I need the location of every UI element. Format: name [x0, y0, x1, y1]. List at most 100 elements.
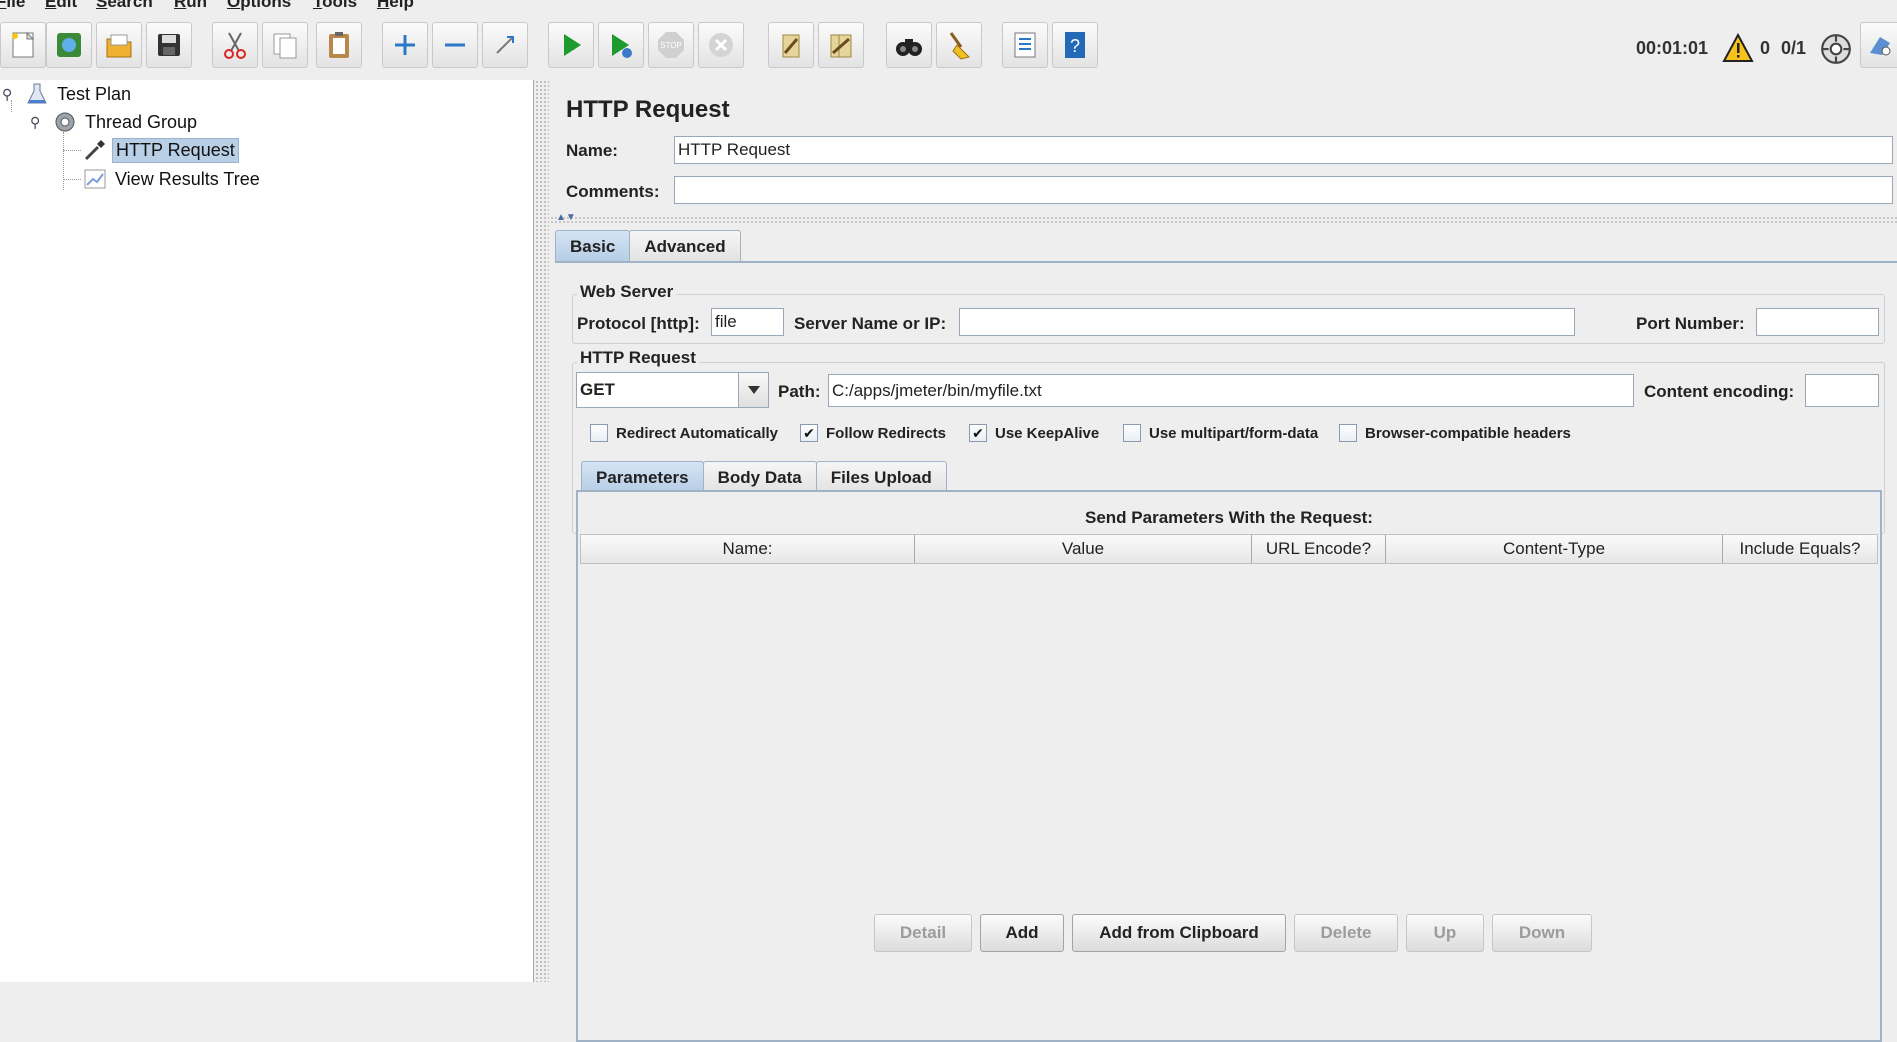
content-encoding-field[interactable]	[1805, 374, 1879, 407]
collapse-all-button[interactable]	[432, 22, 478, 68]
parameters-title: Send Parameters With the Request:	[1085, 508, 1373, 527]
menu-tools[interactable]: Tools	[313, 0, 357, 12]
tree-item-http-request[interactable]: HTTP Request	[82, 137, 239, 163]
shutdown-button[interactable]	[698, 22, 744, 68]
help-icon: ?	[1065, 32, 1085, 58]
pipette-icon	[82, 137, 108, 163]
tree-item-view-results-tree[interactable]: View Results Tree	[82, 166, 263, 192]
server-name-field[interactable]	[959, 308, 1575, 336]
thread-count: 0/1	[1781, 38, 1807, 58]
name-label: Name:	[566, 141, 618, 160]
comments-field[interactable]	[674, 176, 1893, 204]
paste-button[interactable]	[316, 22, 362, 68]
clear-all-icon	[830, 34, 852, 58]
start-no-pauses-icon	[612, 34, 632, 58]
tab-underline	[555, 261, 1897, 263]
column-header-name[interactable]: Name:	[581, 535, 915, 563]
chevron-down-icon[interactable]	[738, 373, 768, 407]
browser-compatible-headers-checkbox[interactable]: Browser-compatible headers	[1339, 424, 1571, 442]
menu-file[interactable]: File	[0, 0, 25, 12]
checkbox-label: Follow Redirects	[826, 424, 947, 442]
clear-button[interactable]	[768, 22, 814, 68]
element-editor: HTTP Request Name: Comments: ▲▼ Basic Ad…	[550, 80, 1897, 1042]
checkbox-label: Redirect Automatically	[616, 424, 778, 442]
toggle-button[interactable]	[482, 22, 528, 68]
templates-button[interactable]	[46, 22, 92, 68]
stop-button[interactable]: STOP	[648, 22, 694, 68]
menu-help[interactable]: Help	[377, 0, 414, 12]
path-field[interactable]	[828, 374, 1634, 407]
warning-icon[interactable]	[1722, 32, 1754, 69]
add-from-clipboard-button[interactable]: Add from Clipboard	[1072, 914, 1286, 952]
column-header-url-encode[interactable]: URL Encode?	[1252, 535, 1386, 563]
page-title: HTTP Request	[566, 96, 730, 123]
name-field[interactable]	[674, 136, 1893, 164]
tab-advanced[interactable]: Advanced	[629, 230, 741, 262]
column-header-include-equals[interactable]: Include Equals?	[1723, 535, 1877, 563]
expand-all-button[interactable]	[382, 22, 428, 68]
column-header-value[interactable]: Value	[915, 535, 1252, 563]
comments-label: Comments:	[566, 182, 660, 201]
divider[interactable]	[550, 216, 1897, 224]
checkbox-label: Browser-compatible headers	[1365, 424, 1571, 442]
cut-button[interactable]	[212, 22, 258, 68]
open-button[interactable]	[96, 22, 142, 68]
start-button[interactable]	[548, 22, 594, 68]
tree-item-test-plan[interactable]: Test Plan	[24, 81, 134, 107]
use-keepalive-checkbox[interactable]: ✔ Use KeepAlive	[969, 424, 1099, 442]
function-helper-button[interactable]	[1002, 22, 1048, 68]
column-header-content-type[interactable]: Content-Type	[1386, 535, 1723, 563]
parameter-tabs: Parameters Body Data Files Upload	[581, 461, 947, 493]
redirect-automatically-checkbox[interactable]: Redirect Automatically	[590, 424, 778, 442]
reset-search-button[interactable]	[936, 22, 982, 68]
remote-status-icon[interactable]	[1819, 32, 1853, 71]
parameters-table-header: Name: Value URL Encode? Content-Type Inc…	[580, 534, 1878, 564]
up-button[interactable]: Up	[1406, 914, 1484, 952]
new-icon	[12, 31, 35, 58]
tab-basic[interactable]: Basic	[555, 230, 631, 262]
path-label: Path:	[778, 382, 821, 401]
check-icon: ✔	[800, 424, 818, 442]
content-encoding-label: Content encoding:	[1644, 382, 1795, 401]
templates-icon	[57, 33, 81, 57]
search-button[interactable]	[886, 22, 932, 68]
tree-item-thread-group[interactable]: Thread Group	[52, 109, 200, 135]
svg-text:STOP: STOP	[660, 41, 682, 50]
checkbox-label: Use multipart/form-data	[1149, 424, 1319, 442]
help-button[interactable]: ?	[1052, 22, 1098, 68]
elapsed-time: 00:01:01	[1636, 38, 1709, 58]
toolbar: STOP ? 00:01:01 0 0/1	[0, 12, 1897, 82]
new-button[interactable]	[0, 22, 46, 68]
start-no-pauses-button[interactable]	[598, 22, 644, 68]
tree-label: HTTP Request	[112, 137, 239, 163]
menu-edit[interactable]: Edit	[45, 0, 77, 12]
tree-label: Test Plan	[57, 83, 132, 104]
tab-body-data[interactable]: Body Data	[702, 461, 817, 493]
add-button[interactable]: Add	[980, 914, 1064, 952]
port-number-label: Port Number:	[1636, 314, 1745, 333]
menu-run[interactable]: Run	[174, 0, 207, 12]
collapse-arrows-icon[interactable]: ▲▼	[556, 212, 576, 223]
save-button[interactable]	[146, 22, 192, 68]
follow-redirects-checkbox[interactable]: ✔ Follow Redirects	[800, 424, 946, 442]
log-viewer-button[interactable]	[1860, 22, 1897, 68]
copy-button[interactable]	[262, 22, 308, 68]
warning-count: 0	[1760, 38, 1771, 58]
tab-parameters[interactable]: Parameters	[581, 461, 704, 493]
port-number-field[interactable]	[1756, 308, 1879, 336]
delete-button[interactable]: Delete	[1294, 914, 1398, 952]
menu-search[interactable]: Search	[96, 0, 153, 12]
tree-toggle-thread-group[interactable]: ⚲	[30, 114, 40, 131]
protocol-field[interactable]	[711, 308, 784, 336]
down-button[interactable]: Down	[1492, 914, 1592, 952]
menu-options[interactable]: Options	[227, 0, 291, 12]
toggle-icon	[496, 36, 514, 54]
tab-files-upload[interactable]: Files Upload	[815, 461, 947, 493]
use-multipart-checkbox[interactable]: Use multipart/form-data	[1123, 424, 1318, 442]
parameters-table-body[interactable]	[580, 566, 1878, 966]
clear-all-button[interactable]	[818, 22, 864, 68]
panel-splitter[interactable]	[535, 80, 549, 982]
detail-button[interactable]: Detail	[874, 914, 972, 952]
protocol-label: Protocol [http]:	[577, 314, 700, 333]
method-select[interactable]: GET	[576, 372, 769, 408]
